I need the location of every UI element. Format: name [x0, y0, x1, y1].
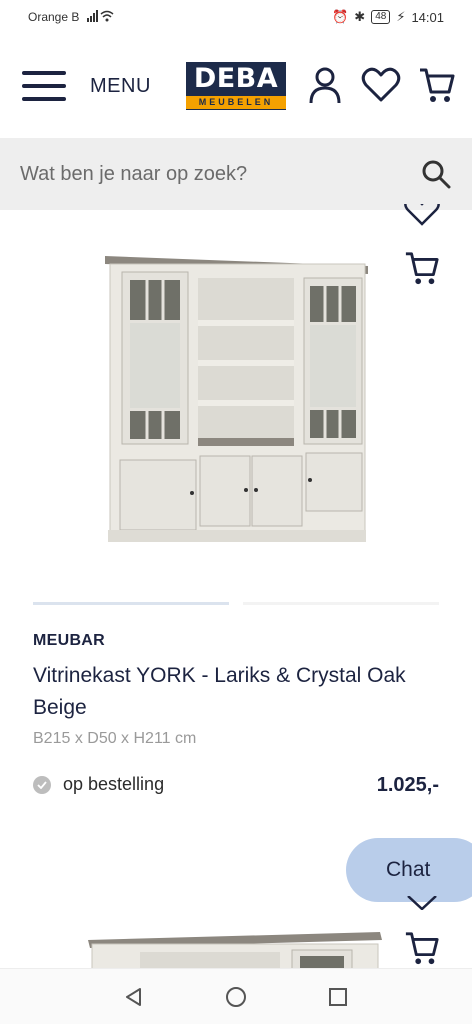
recents-icon[interactable] [326, 985, 350, 1009]
site-header: MENU DEBA MEUBELEN [0, 34, 472, 138]
logo-main-text: DEBA [193, 63, 279, 94]
clock: 14:01 [411, 9, 444, 25]
next-add-to-cart-icon[interactable] [404, 930, 444, 971]
cart-icon[interactable] [416, 64, 458, 106]
search-input[interactable] [20, 162, 420, 186]
wishlist-heart-icon[interactable] [404, 204, 444, 234]
system-nav-bar [0, 968, 472, 1024]
chat-label: Chat [386, 858, 431, 881]
availability-label: op bestelling [63, 774, 165, 794]
account-icon[interactable] [304, 64, 346, 106]
heart-icon[interactable] [360, 64, 402, 106]
bluetooth-icon: ✱ [354, 9, 366, 24]
back-icon[interactable] [122, 985, 146, 1009]
carousel-segment[interactable] [243, 602, 439, 605]
check-circle-icon [33, 775, 51, 794]
product-price: 1.025,- [376, 774, 439, 796]
product-brand: MEUBAR [33, 632, 106, 649]
product-card-actions [404, 204, 444, 291]
image-carousel-progress [33, 602, 439, 605]
charging-icon: ⚡ [396, 9, 406, 24]
search-bar [0, 138, 472, 210]
home-icon[interactable] [224, 985, 248, 1009]
search-icon[interactable] [420, 158, 452, 190]
logo-sub-text: MEUBELEN [186, 96, 286, 109]
carousel-segment-active[interactable] [33, 602, 229, 605]
chat-button[interactable]: Chat [346, 838, 472, 902]
carrier-label: Orange B [28, 10, 80, 24]
add-to-cart-icon[interactable] [404, 250, 444, 291]
alarm-icon: ⏰ [332, 9, 349, 24]
product-dimensions: B215 x D50 x H211 cm [33, 730, 197, 747]
next-product-image[interactable] [70, 926, 390, 970]
product-image[interactable] [100, 248, 375, 553]
hamburger-menu-icon[interactable] [22, 71, 66, 101]
deba-logo[interactable]: DEBA MEUBELEN [186, 62, 286, 110]
next-card-actions [404, 896, 444, 971]
product-title[interactable]: Vitrinekast YORK - Lariks & Crystal Oak … [33, 660, 433, 724]
battery-level: 48 [371, 10, 391, 24]
menu-label[interactable]: MENU [90, 75, 151, 98]
availability: op bestelling [33, 774, 164, 795]
signal-icon [87, 9, 115, 25]
next-wishlist-heart-icon[interactable] [404, 896, 444, 910]
status-bar: Orange B ⏰ ✱ 48 ⚡ 14:01 [0, 0, 472, 34]
